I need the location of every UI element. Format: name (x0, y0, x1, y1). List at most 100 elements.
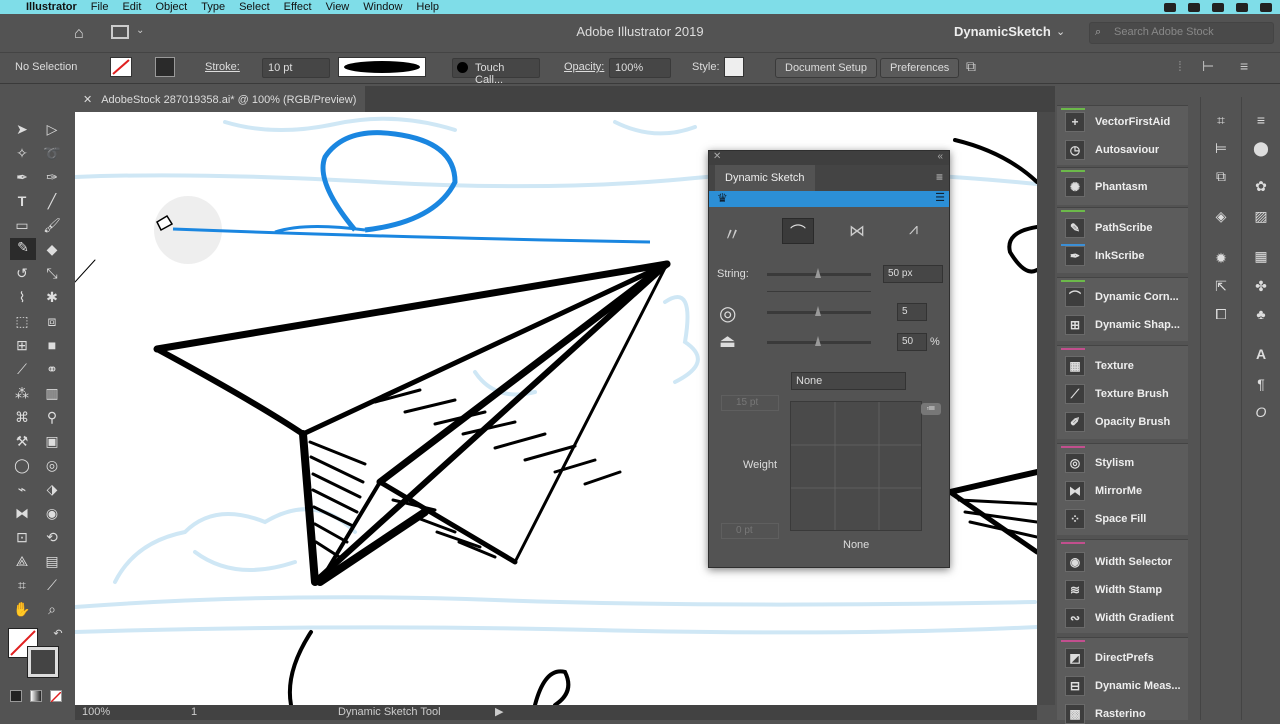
plugin-tool-k-icon[interactable]: ⊡ (12, 528, 32, 546)
panel-menu-icon[interactable]: ≡ (1240, 58, 1248, 74)
mode-string-icon[interactable]: ⌒ (782, 218, 814, 244)
plugin-item[interactable]: ✎ PathScribe (1065, 218, 1152, 238)
plugin-item[interactable]: ⌒ Dynamic Corn... (1065, 287, 1179, 307)
plugin-item[interactable]: ⊞ Dynamic Shap... (1065, 315, 1180, 335)
mesh-tool-icon[interactable]: ⊞ (12, 336, 32, 354)
menu-type[interactable]: Type (201, 1, 225, 13)
workspace-switcher[interactable]: DynamicSketch (954, 24, 1051, 39)
eraser-icon[interactable]: ◆ (42, 240, 62, 258)
type-tool-icon[interactable]: T (12, 192, 32, 210)
transform-icon[interactable]: ⌗ (1212, 111, 1230, 129)
menu-help[interactable]: Help (416, 1, 439, 13)
plugin-tool-i-icon[interactable]: ⧓ (12, 504, 32, 522)
brush-stroke-preview[interactable] (338, 57, 426, 77)
plugin-tool-e-icon[interactable]: ◯ (12, 456, 32, 474)
eyedropper-icon[interactable]: ⟋ (12, 360, 32, 378)
plugin-item[interactable]: ✒ InkScribe (1065, 246, 1145, 266)
menu-list-icon[interactable] (1260, 2, 1272, 12)
slice-tool-icon[interactable]: ⟋ (42, 576, 62, 594)
menu-effect[interactable]: Effect (284, 1, 312, 13)
links-icon[interactable]: ⇱ (1212, 277, 1230, 295)
plugin-item[interactable]: ⁘ Space Fill (1065, 509, 1146, 529)
plugin-tool-d-icon[interactable]: ▣ (42, 432, 62, 450)
plugin-tool-h-icon[interactable]: ⬗ (42, 480, 62, 498)
gradient-panel-icon[interactable]: ▨ (1252, 207, 1270, 225)
panel-header[interactable]: ✕ « (709, 151, 949, 165)
dynamic-sketch-tab[interactable]: Dynamic Sketch (715, 165, 815, 191)
hand-tool-icon[interactable]: ✋ (12, 600, 32, 618)
opentype-icon[interactable]: O (1252, 403, 1270, 421)
plugin-tool-n-icon[interactable]: ▤ (42, 552, 62, 570)
swap-colors-icon[interactable]: ↶ (48, 625, 68, 643)
opacity-field[interactable]: 100% (609, 58, 671, 78)
graph-options-icon[interactable]: ≔ (921, 403, 941, 415)
plugin-item[interactable]: ◎ Stylism (1065, 453, 1134, 473)
menu-file[interactable]: File (91, 1, 109, 13)
vertical-scrollbar[interactable] (1037, 112, 1055, 705)
color-mode-icon[interactable] (10, 690, 22, 702)
stroke-label[interactable]: Stroke: (205, 61, 240, 81)
plugin-item[interactable]: ◷ Autosaviour (1065, 140, 1159, 160)
menu-object[interactable]: Object (155, 1, 187, 13)
distribute-icon[interactable]: ⊢ (1202, 58, 1214, 75)
collapse-panel-icon[interactable]: « (937, 151, 943, 162)
plugin-item[interactable]: ▩ Rasterino (1065, 704, 1146, 724)
swatches-icon[interactable]: ▦ (1252, 247, 1270, 265)
wifi-icon[interactable] (1212, 2, 1224, 12)
plugin-item[interactable]: ∾ Width Gradient (1065, 608, 1174, 628)
line-tool-icon[interactable]: ╱ (42, 192, 62, 210)
mode-sketch-icon[interactable]: 〃 (723, 221, 741, 247)
blend-tool-icon[interactable]: ⚭ (42, 360, 62, 378)
plugin-tool-f-icon[interactable]: ◎ (42, 456, 62, 474)
column-graph-icon[interactable]: ▥ (42, 384, 62, 402)
plugin-tool-m-icon[interactable]: ⟁ (12, 552, 32, 570)
plugin-item[interactable]: ⧓ MirrorMe (1065, 481, 1142, 501)
artboards-icon[interactable]: ⧠ (1212, 305, 1230, 323)
symbols-icon[interactable]: ♣ (1252, 305, 1270, 323)
plugin-tool-j-icon[interactable]: ◉ (42, 504, 62, 522)
shape-builder-icon[interactable]: ⧈ (42, 312, 62, 330)
close-panel-icon[interactable]: ✕ (713, 151, 721, 162)
gradient-tool-icon[interactable]: ■ (42, 336, 62, 354)
workspace-chevron-icon[interactable]: ⌄ (1056, 25, 1065, 38)
appearance-icon[interactable]: ✹ (1212, 249, 1230, 267)
direct-selection-tool-icon[interactable]: ▷ (42, 120, 62, 138)
weight-graph[interactable] (790, 401, 922, 531)
none-mode-icon[interactable] (50, 690, 62, 703)
status-icon[interactable] (1164, 2, 1176, 12)
plugin-item[interactable]: ◩ DirectPrefs (1065, 648, 1154, 668)
banner-menu-icon[interactable]: ☰ (935, 191, 945, 204)
plugin-tool-c-icon[interactable]: ⚒ (12, 432, 32, 450)
plugin-item[interactable]: ✐ Opacity Brush (1065, 412, 1170, 432)
color-guide-icon[interactable]: ✿ (1252, 177, 1270, 195)
paragraph-icon[interactable]: ¶ (1252, 375, 1270, 393)
symbol-sprayer-icon[interactable]: ⁂ (12, 384, 32, 402)
dynamic-sketch-tool-icon[interactable]: ✎ (10, 238, 36, 260)
plugin-tool-a-icon[interactable]: ⌘ (12, 408, 32, 426)
menu-edit[interactable]: Edit (122, 1, 141, 13)
artboard-tool-icon[interactable]: ⌗ (12, 576, 32, 594)
plugin-item[interactable]: ✺ Phantasm (1065, 177, 1148, 197)
menu-illustrator[interactable]: Illustrator (26, 1, 77, 13)
search-icon[interactable] (1236, 2, 1248, 12)
preferences-button[interactable]: Preferences (880, 58, 960, 78)
gradient-mode-icon[interactable] (30, 690, 42, 702)
selection-tool-icon[interactable]: ➤ (12, 120, 32, 138)
iron-value-field[interactable]: 50 (897, 333, 927, 351)
pen-tool-icon[interactable]: ✒ (12, 168, 32, 186)
stroke-swatch[interactable] (155, 57, 175, 77)
opacity-label[interactable]: Opacity: (564, 61, 604, 81)
curvature-tool-icon[interactable]: ✑ (42, 168, 62, 186)
plugin-item[interactable]: ⟋ Texture Brush (1065, 384, 1169, 404)
align-icon[interactable]: ⁞ (1178, 58, 1182, 74)
artboard-number[interactable]: 1 (191, 706, 197, 718)
plugin-tool-g-icon[interactable]: ⌁ (12, 480, 32, 498)
zoom-tool-icon[interactable]: ⌕ (42, 600, 62, 618)
plugin-item[interactable]: ◉ Width Selector (1065, 552, 1172, 572)
mode-scribble-icon[interactable]: ⩘ (909, 221, 918, 239)
rotate-tool-icon[interactable]: ↺ (12, 264, 32, 282)
profile-select[interactable]: None (791, 372, 906, 390)
plugin-tool-b-icon[interactable]: ⚲ (42, 408, 62, 426)
stroke-color-icon[interactable] (27, 646, 59, 678)
play-icon[interactable]: ▶ (495, 705, 503, 718)
